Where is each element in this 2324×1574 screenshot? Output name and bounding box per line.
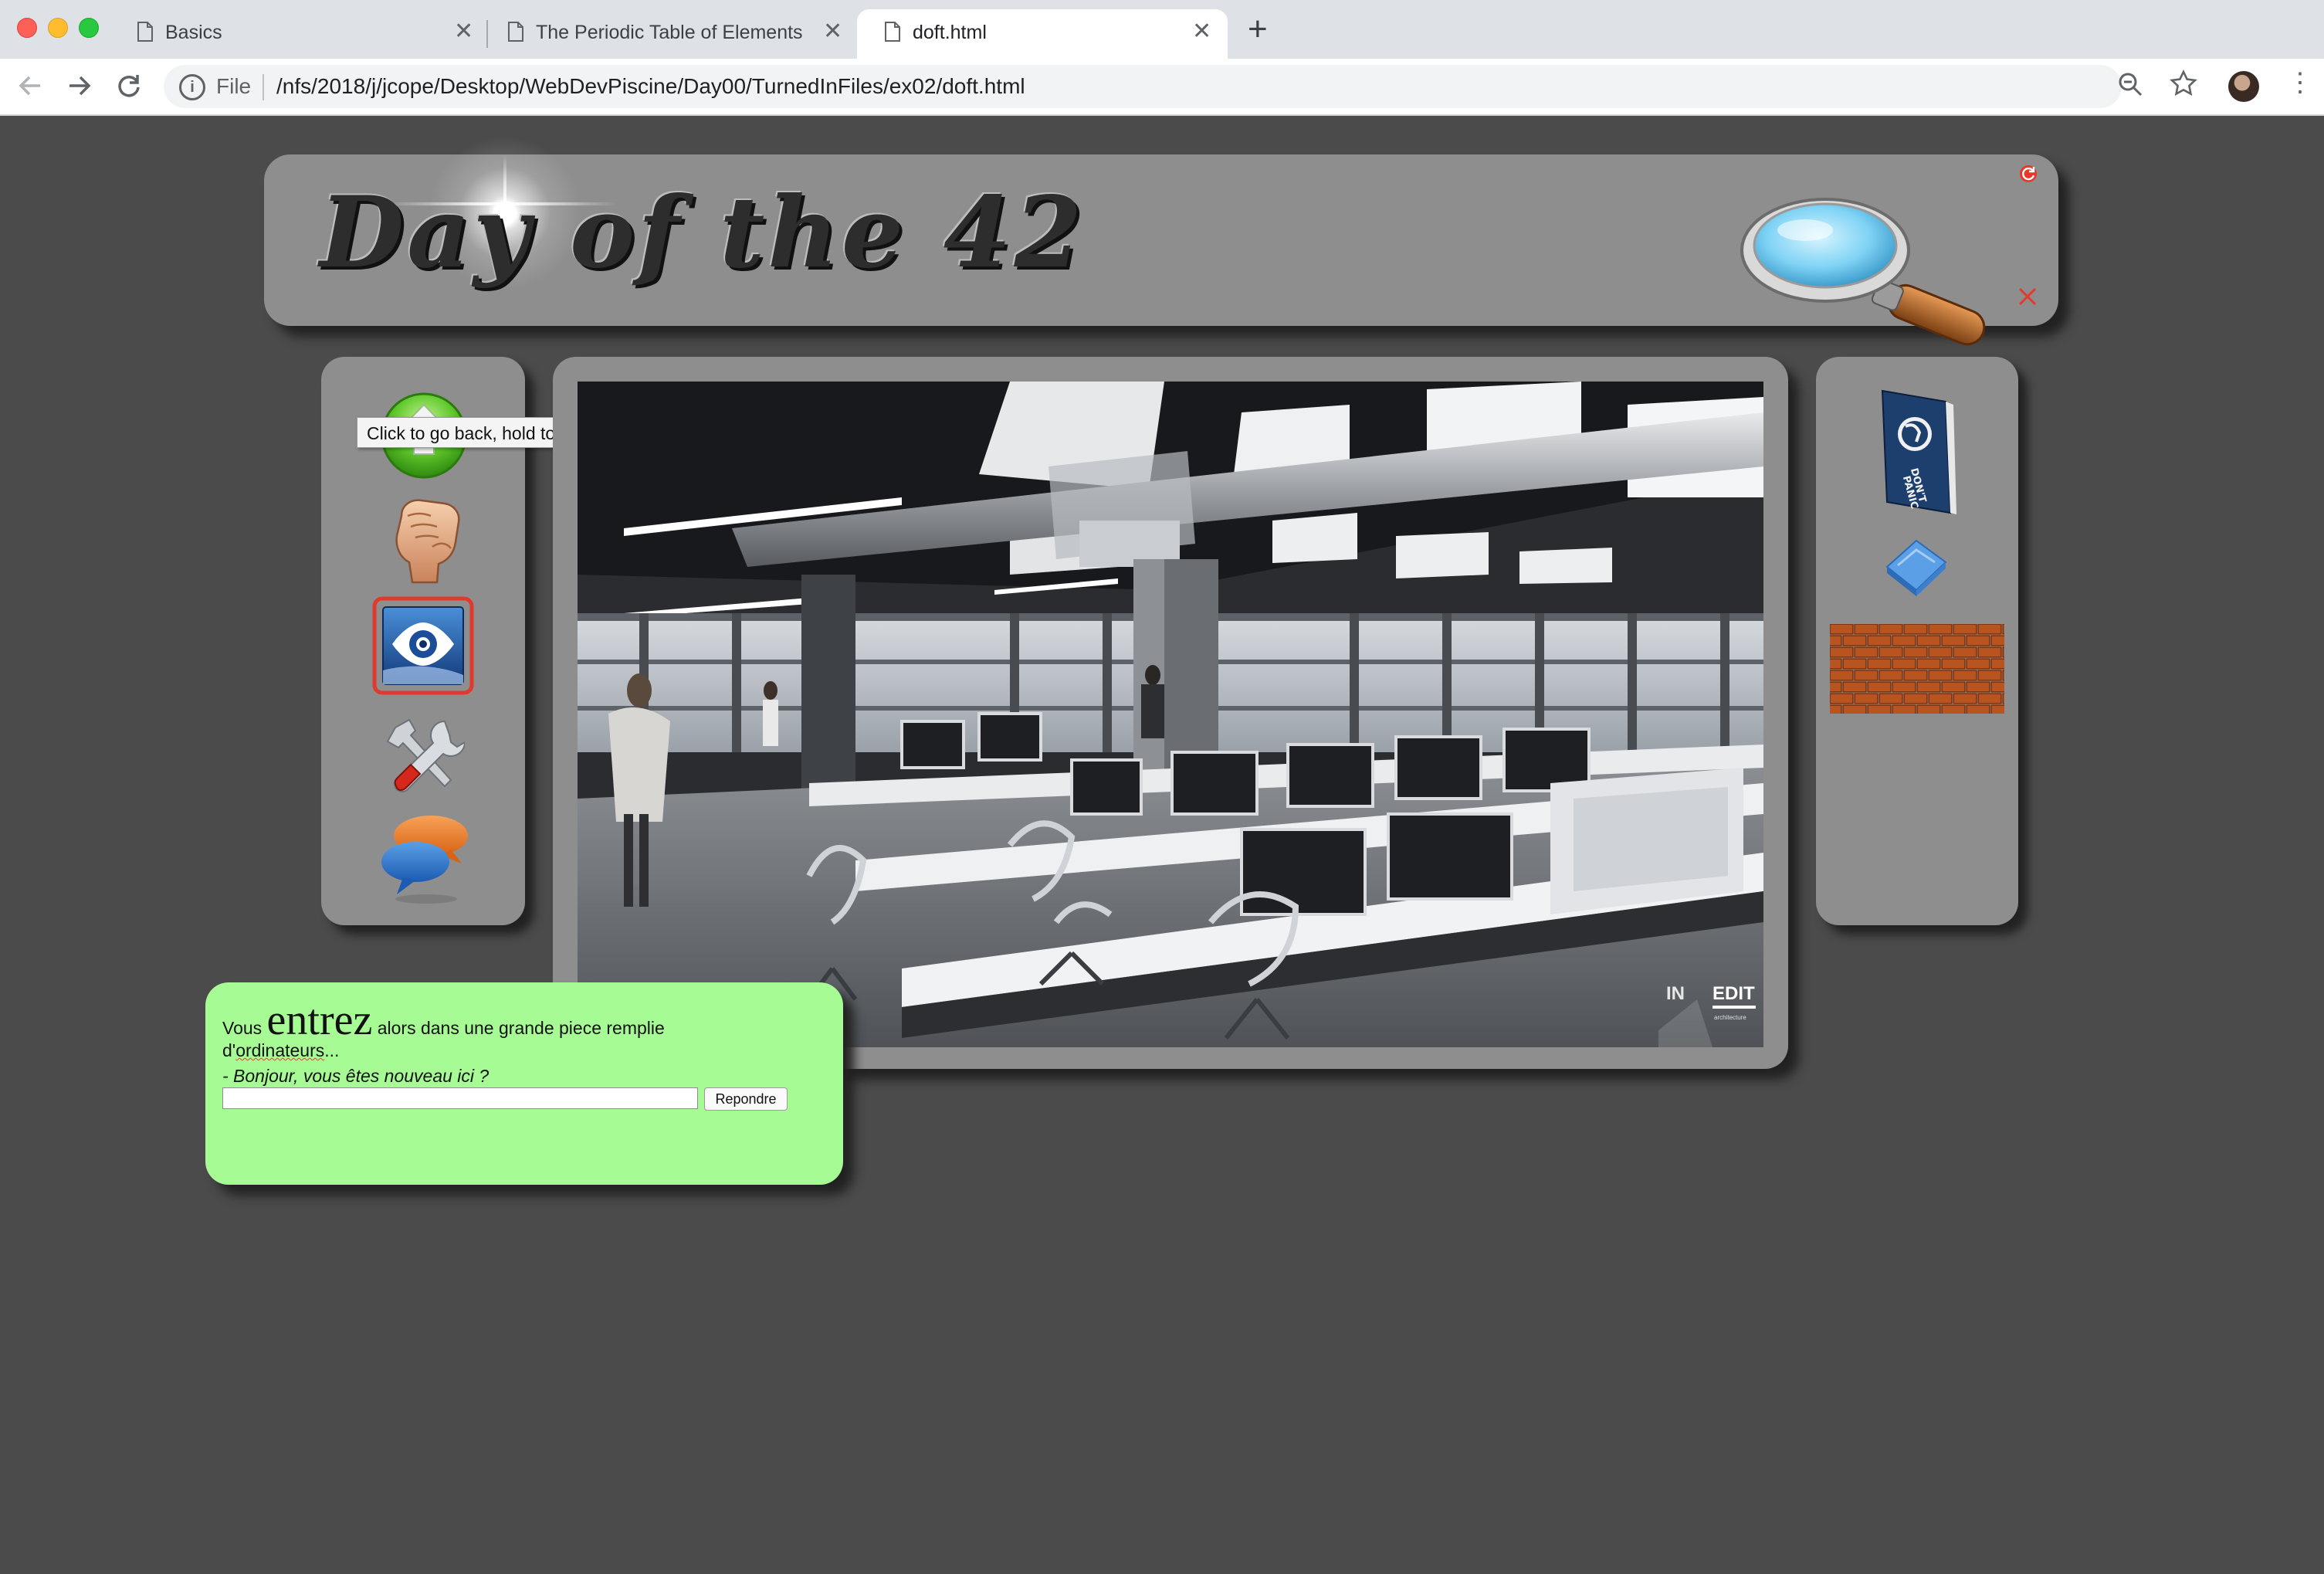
chat-icon[interactable] bbox=[380, 812, 473, 907]
dialog-quote: - Bonjour, vous êtes nouveau ici ? bbox=[222, 1066, 490, 1086]
close-icon[interactable] bbox=[2017, 286, 2038, 307]
watermark-sub: architecture bbox=[1714, 1014, 1746, 1021]
dialog-line2-prefix: d' bbox=[222, 1040, 236, 1060]
window-zoom-button[interactable] bbox=[79, 18, 99, 38]
reload-icon[interactable] bbox=[116, 73, 142, 99]
tab-strip: Basics ✕ The Periodic Table of Elements … bbox=[0, 0, 2324, 59]
tab-close-button[interactable]: ✕ bbox=[823, 20, 842, 43]
dialog-text-middle: alors dans une grande piece remplie bbox=[377, 1018, 665, 1038]
document-icon bbox=[508, 22, 523, 42]
reply-button[interactable]: Repondre bbox=[704, 1087, 788, 1111]
info-icon[interactable]: i bbox=[179, 74, 205, 100]
dialog-emphasis: entrez bbox=[266, 996, 373, 1044]
office-scene-image: IN EDIT architecture bbox=[578, 382, 1763, 1047]
url-text[interactable]: /nfs/2018/j/jcope/Desktop/WebDevPiscine/… bbox=[276, 74, 1025, 99]
browser-toolbar: i File /nfs/2018/j/jcope/Desktop/WebDevP… bbox=[0, 59, 2324, 116]
dialog-narration: Vous entrez alors dans une grande piece … bbox=[222, 999, 717, 1061]
tab-doft[interactable]: doft.html ✕ bbox=[857, 9, 1228, 59]
address-bar[interactable]: i File /nfs/2018/j/jcope/Desktop/WebDevP… bbox=[164, 65, 2197, 108]
url-scheme: File bbox=[216, 74, 252, 98]
browser-menu-icon[interactable]: ⋮ bbox=[2287, 70, 2313, 96]
document-icon bbox=[885, 22, 900, 42]
watermark-in: IN bbox=[1666, 983, 1685, 1004]
document-icon bbox=[137, 22, 153, 42]
towel-icon[interactable] bbox=[1882, 536, 1950, 598]
window-minimize-button[interactable] bbox=[48, 18, 68, 38]
dialog-line2-suffix: ... bbox=[324, 1040, 340, 1060]
tab-close-button[interactable]: ✕ bbox=[1192, 20, 1211, 43]
url-divider bbox=[263, 74, 264, 100]
refresh-icon[interactable] bbox=[2018, 164, 2038, 184]
magnifier-icon[interactable] bbox=[1740, 195, 2003, 349]
watermark-edit: EDIT bbox=[1713, 983, 1755, 1004]
eye-icon[interactable] bbox=[372, 596, 474, 695]
tab-periodic-table[interactable]: The Periodic Table of Elements ✕ bbox=[480, 9, 851, 59]
zoom-out-icon[interactable] bbox=[2117, 71, 2143, 97]
tab-title: The Periodic Table of Elements bbox=[536, 22, 803, 43]
tab-close-button[interactable]: ✕ bbox=[454, 20, 473, 43]
brick-wall-icon[interactable] bbox=[1830, 624, 2004, 714]
new-tab-button[interactable]: + bbox=[1248, 12, 1268, 46]
back-arrow-icon[interactable] bbox=[17, 73, 43, 99]
tab-title: doft.html bbox=[913, 22, 987, 43]
forward-arrow-icon[interactable] bbox=[66, 73, 93, 99]
tab-basics[interactable]: Basics ✕ bbox=[110, 9, 480, 59]
dialog-line2-word: ordinateurs bbox=[235, 1040, 325, 1060]
reply-input[interactable] bbox=[222, 1087, 698, 1109]
book-icon[interactable]: DON'T PANIC bbox=[1876, 386, 1956, 517]
window-close-button[interactable] bbox=[17, 18, 37, 38]
tools-icon[interactable] bbox=[380, 714, 465, 799]
profile-avatar[interactable] bbox=[2228, 71, 2259, 102]
fist-icon[interactable] bbox=[385, 493, 465, 585]
page-title: Day of the 42 bbox=[320, 175, 1086, 290]
dialog-text-before: Vous bbox=[222, 1018, 263, 1038]
tab-title: Basics bbox=[165, 22, 222, 43]
bookmark-star-icon[interactable] bbox=[2170, 70, 2197, 97]
